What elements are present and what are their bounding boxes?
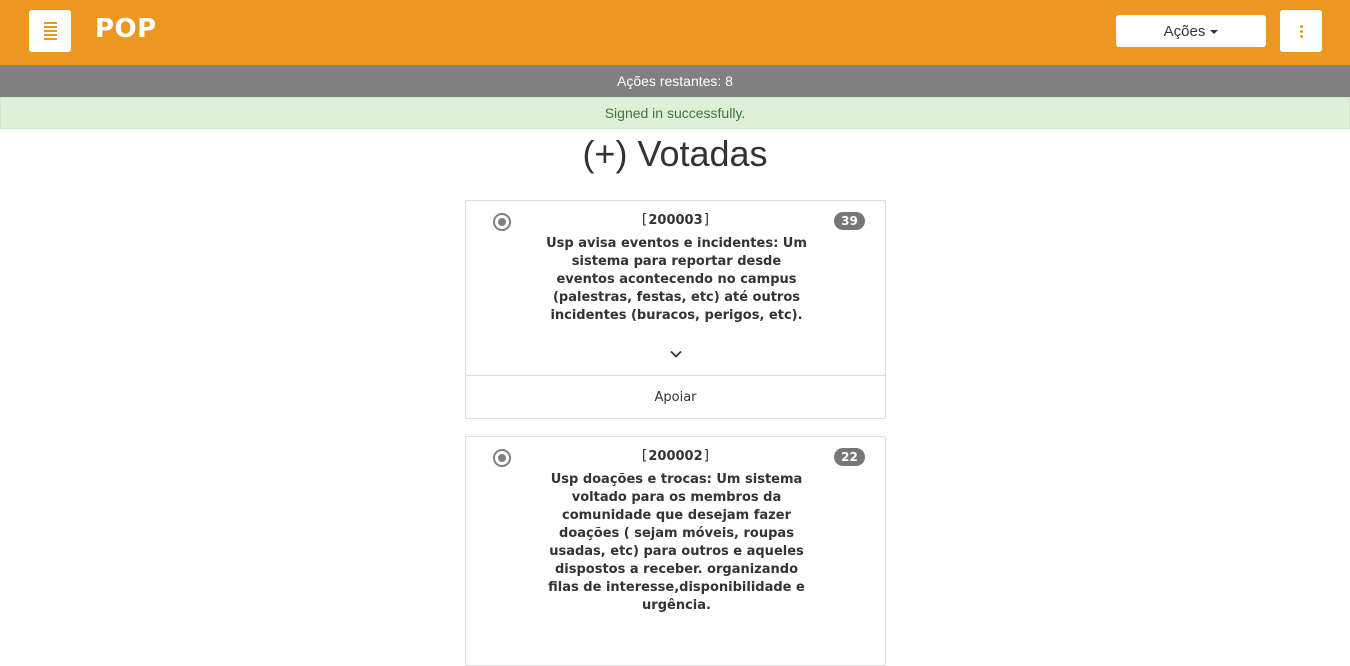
remaining-actions-bar: Ações restantes: 8: [0, 65, 1350, 97]
proposal-description: Usp avisa eventos e incidentes: Um siste…: [546, 236, 807, 323]
proposal-id-number: 200003: [648, 213, 703, 228]
proposal-card: [200002] 22 Usp doações e trocas: Um sis…: [465, 436, 886, 666]
brand-title[interactable]: POP: [95, 14, 157, 44]
caret-down-icon: [1210, 30, 1219, 34]
proposal-id-number: 200002: [648, 449, 703, 464]
remaining-actions-text: Ações restantes: 8: [617, 73, 733, 89]
top-navbar: POP Ações: [0, 0, 1350, 65]
vote-count-badge: 22: [834, 448, 865, 466]
actions-dropdown-button[interactable]: Ações: [1116, 15, 1266, 47]
support-button-label: Apoiar: [654, 390, 697, 405]
proposal-id: [200002]: [639, 448, 712, 464]
menu-button[interactable]: [29, 10, 71, 52]
more-options-button[interactable]: [1280, 10, 1322, 52]
page-title: (+) Votadas: [582, 133, 768, 174]
chevron-down-icon[interactable]: [670, 348, 682, 360]
proposal-description: Usp doações e trocas: Um sistema voltado…: [548, 472, 805, 613]
hamburger-icon: [43, 22, 57, 40]
actions-dropdown-label: Ações: [1163, 22, 1206, 40]
flash-notice: Signed in successfully.: [0, 97, 1350, 129]
proposal-card: [200003] 39 Usp avisa eventos e incident…: [465, 200, 886, 419]
kebab-menu-icon: [1299, 24, 1303, 38]
flash-message: Signed in successfully.: [604, 105, 746, 121]
proposal-id: [200003]: [639, 212, 712, 228]
support-button[interactable]: Apoiar: [466, 375, 885, 419]
vote-count-badge: 39: [834, 212, 865, 230]
